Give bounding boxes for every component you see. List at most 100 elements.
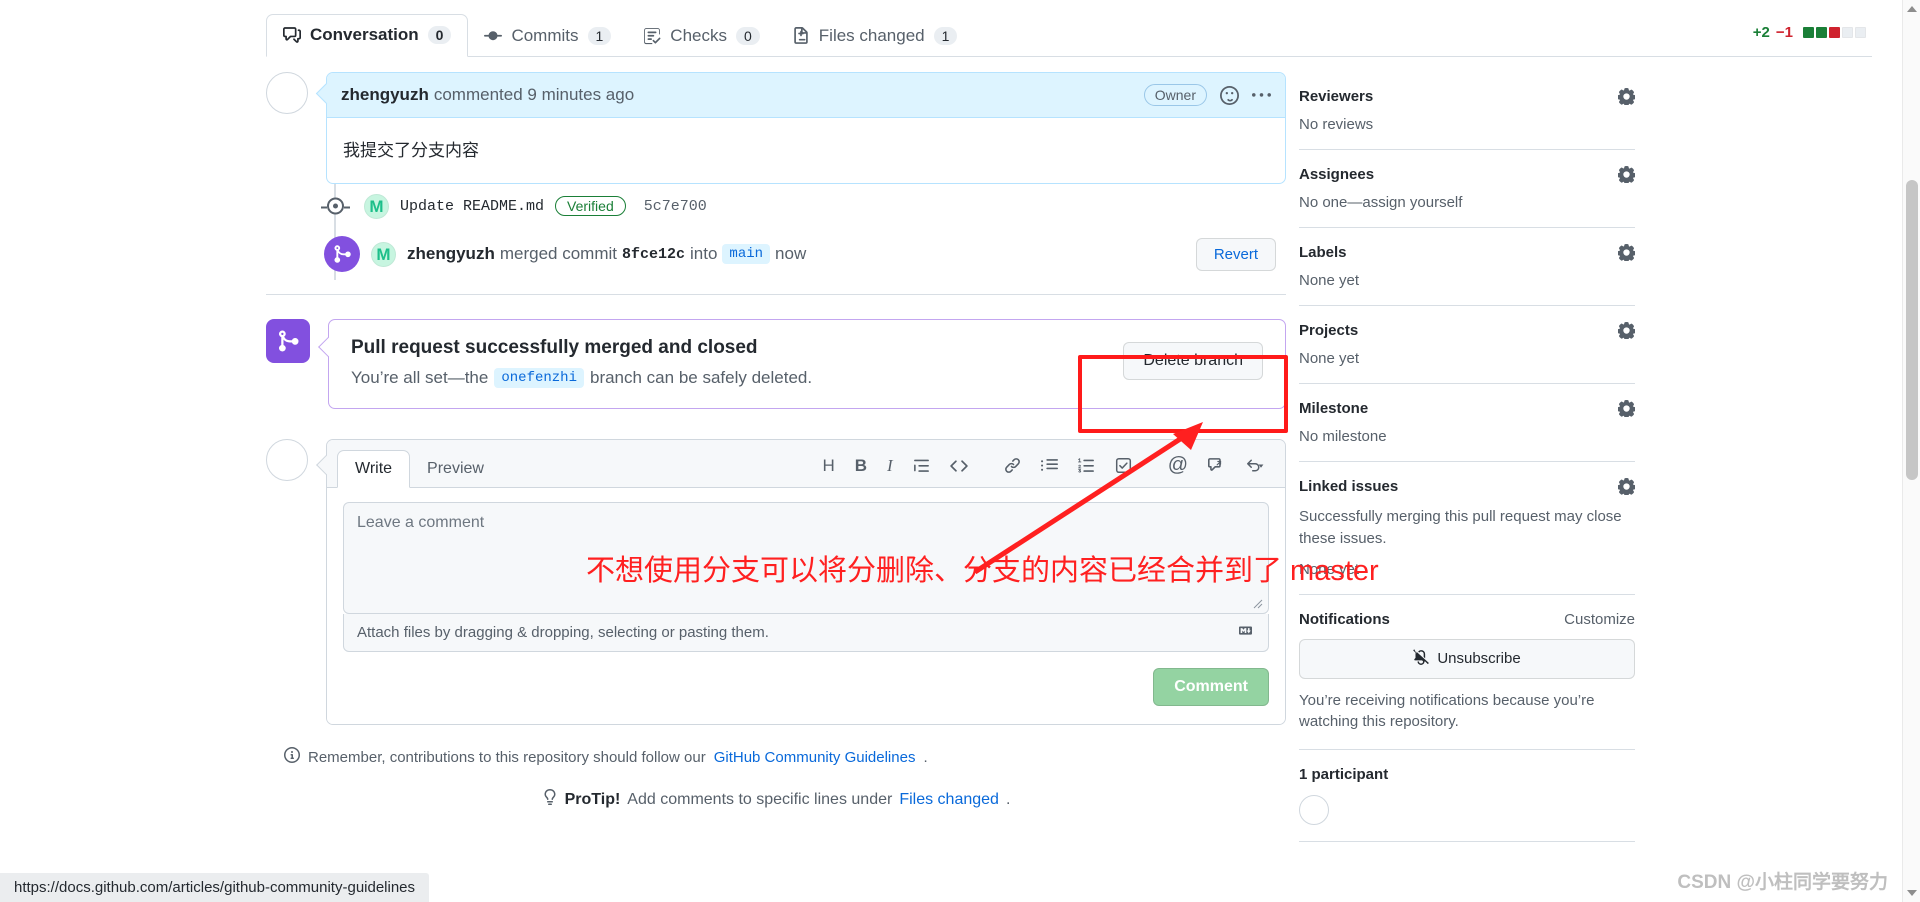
gear-icon[interactable] (1618, 166, 1635, 183)
files-changed-link[interactable]: Files changed (899, 791, 999, 809)
task-list-icon[interactable] (1105, 453, 1142, 478)
tab-commits-count: 1 (588, 27, 612, 45)
merge-author[interactable]: zhengyuzh (407, 244, 495, 264)
sidebar-section-assignees: Assignees No one—assign yourself (1299, 166, 1635, 228)
gear-icon[interactable] (1618, 322, 1635, 339)
customize-link[interactable]: Customize (1564, 611, 1635, 628)
diff-square-added (1816, 27, 1827, 38)
merge-author-avatar: M (371, 242, 396, 267)
merged-sub-prefix: You’re all set—the (351, 368, 488, 388)
unordered-list-icon[interactable] (1031, 453, 1068, 478)
linked-issues-description: Successfully merging this pull request m… (1299, 506, 1635, 550)
delete-branch-button[interactable]: Delete branch (1123, 342, 1263, 380)
tab-files-changed-label: Files changed (819, 26, 925, 46)
commit-message[interactable]: Update README.md (400, 198, 544, 215)
comment-input[interactable]: Leave a comment (343, 502, 1269, 614)
link-icon[interactable] (994, 453, 1031, 478)
scrollbar-thumb[interactable] (1906, 180, 1918, 480)
merge-icon (324, 236, 360, 272)
participants-header: 1 participant (1299, 766, 1635, 783)
commit-sha[interactable]: 5c7e700 (644, 198, 707, 215)
sidebar-section-reviewers: Reviewers No reviews (1299, 88, 1635, 150)
protip-note: ProTip! Add comments to specific lines u… (266, 789, 1286, 810)
timeline-commit-row: M Update README.md Verified 5c7e700 (288, 184, 1286, 228)
comment-submit-button[interactable]: Comment (1153, 668, 1269, 706)
scroll-down-arrow-icon[interactable] (1907, 890, 1917, 896)
tab-files-changed-count: 1 (934, 27, 958, 45)
status-bar-url: https://docs.github.com/articles/github-… (0, 873, 429, 902)
saved-replies-icon[interactable] (1235, 453, 1275, 478)
notifications-header: Notifications Customize (1299, 611, 1635, 628)
heading-icon[interactable]: H (812, 452, 844, 480)
tab-commits[interactable]: Commits 1 (468, 17, 627, 57)
comment-author[interactable]: zhengyuzh (341, 85, 429, 105)
kebab-menu-icon[interactable] (1252, 86, 1271, 105)
pr-tabs: Conversation 0 Commits 1 Checks 0 (266, 14, 973, 57)
resize-grip-icon[interactable] (1251, 597, 1263, 609)
revert-button[interactable]: Revert (1196, 238, 1276, 271)
tab-files-changed[interactable]: Files changed 1 (776, 17, 974, 57)
attach-files-text: Attach files by dragging & dropping, sel… (357, 624, 769, 641)
italic-icon[interactable]: I (877, 452, 903, 480)
sidebar-section-milestone: Milestone No milestone (1299, 400, 1635, 462)
reference-icon[interactable] (1198, 453, 1235, 478)
participants-title: 1 participant (1299, 766, 1388, 783)
comment-header-actions: Owner (1144, 84, 1271, 106)
composer-tabs: Write Preview H B I (327, 440, 1285, 488)
merge-time: now (775, 244, 806, 264)
unsubscribe-button[interactable]: Unsubscribe (1299, 639, 1635, 679)
projects-title: Projects (1299, 322, 1358, 339)
tab-write[interactable]: Write (337, 450, 410, 488)
timeline-divider (266, 294, 1286, 295)
participant-avatar[interactable] (1299, 795, 1329, 825)
tab-conversation[interactable]: Conversation 0 (266, 14, 468, 57)
gear-icon[interactable] (1618, 88, 1635, 105)
file-diff-icon (792, 27, 810, 45)
gear-icon[interactable] (1618, 478, 1635, 495)
merged-branch-name: onefenzhi (494, 368, 584, 388)
info-icon (284, 747, 300, 767)
vertical-scrollbar[interactable] (1902, 0, 1920, 902)
reviewers-header: Reviewers (1299, 88, 1635, 105)
protip-text: Add comments to specific lines under (627, 791, 892, 809)
tab-checks[interactable]: Checks 0 (627, 17, 775, 57)
gear-icon[interactable] (1618, 244, 1635, 261)
merge-target-branch[interactable]: main (722, 244, 770, 264)
avatar (266, 439, 308, 481)
github-pull-request-page: Conversation 0 Commits 1 Checks 0 (0, 0, 1920, 902)
tab-commits-label: Commits (511, 26, 578, 46)
composer-footer: Comment (327, 652, 1285, 724)
sidebar-section-projects: Projects None yet (1299, 322, 1635, 384)
tab-preview[interactable]: Preview (410, 451, 501, 487)
labels-body: None yet (1299, 272, 1635, 289)
composer-body: Leave a comment Attach files by dragging… (327, 488, 1285, 652)
notifications-description: You’re receiving notifications because y… (1299, 690, 1635, 734)
attach-files-bar[interactable]: Attach files by dragging & dropping, sel… (343, 614, 1269, 652)
diff-square-neutral (1855, 27, 1866, 38)
merge-commit-sha[interactable]: 8fce12c (622, 246, 685, 263)
verified-badge[interactable]: Verified (555, 196, 626, 216)
ordered-list-icon[interactable] (1068, 453, 1105, 478)
watermark: CSDN @小柱同学要努力 (1677, 867, 1888, 894)
tab-conversation-label: Conversation (310, 25, 419, 45)
diff-squares (1803, 27, 1866, 38)
assignees-body[interactable]: No one—assign yourself (1299, 194, 1635, 211)
code-icon[interactable] (940, 453, 978, 479)
footnote-text: Remember, contributions to this reposito… (308, 749, 706, 766)
timeline-merge-row: M zhengyuzh merged commit 8fce12c into m… (288, 228, 1286, 280)
comment-thread: zhengyuzh commented 9 minutes ago Owner … (266, 72, 1286, 184)
comment-body: 我提交了分支内容 (327, 118, 1285, 183)
quote-icon[interactable] (903, 453, 940, 478)
notifications-title: Notifications (1299, 611, 1390, 628)
mention-icon[interactable]: @ (1158, 450, 1198, 481)
comment-timestamp: commented 9 minutes ago (434, 85, 634, 105)
milestone-title: Milestone (1299, 400, 1368, 417)
bold-icon[interactable]: B (845, 452, 877, 480)
gear-icon[interactable] (1618, 400, 1635, 417)
community-guidelines-link[interactable]: GitHub Community Guidelines (714, 749, 916, 766)
owner-badge: Owner (1144, 84, 1207, 106)
scroll-up-arrow-icon[interactable] (1907, 6, 1917, 12)
emoji-icon[interactable] (1220, 86, 1239, 105)
diff-stat: +2 −1 (1753, 24, 1866, 41)
commit-entry: M Update README.md Verified 5c7e700 (288, 194, 717, 219)
